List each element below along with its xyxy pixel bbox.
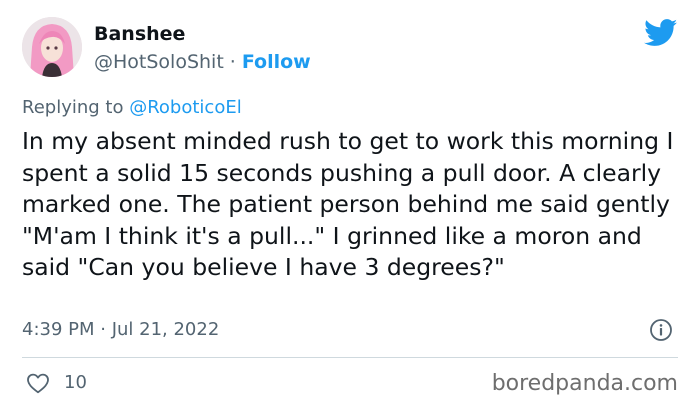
twitter-bird-icon[interactable] xyxy=(644,19,678,47)
replying-to: Replying to @RoboticoEl xyxy=(22,96,242,120)
avatar[interactable] xyxy=(22,17,82,77)
like-button[interactable]: 10 xyxy=(26,372,87,394)
tweet-timestamp[interactable]: 4:39 PM · Jul 21, 2022 xyxy=(22,318,219,342)
separator-dot: · xyxy=(229,51,236,73)
replying-prefix: Replying to xyxy=(22,97,124,118)
user-handle[interactable]: @HotSoloShit xyxy=(94,51,224,73)
handle-row: @HotSoloShit · Follow xyxy=(94,49,311,75)
heart-icon xyxy=(27,373,49,394)
watermark: boredpanda.com xyxy=(491,371,678,396)
follow-button[interactable]: Follow xyxy=(242,51,311,73)
info-icon[interactable] xyxy=(649,318,673,342)
tweet-text: In my absent minded rush to get to work … xyxy=(22,127,674,281)
reply-mention-link[interactable]: @RoboticoEl xyxy=(129,97,242,118)
display-name[interactable]: Banshee xyxy=(94,21,185,47)
like-count: 10 xyxy=(64,372,87,393)
divider xyxy=(22,357,678,358)
